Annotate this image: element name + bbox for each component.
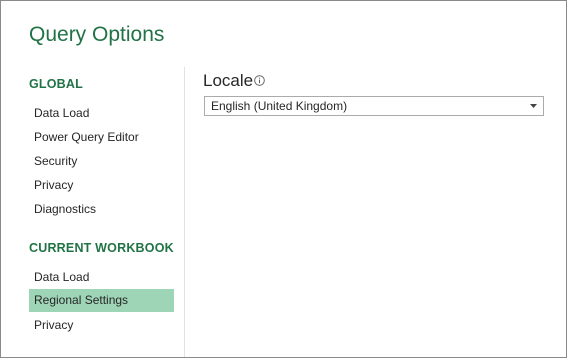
sidebar-item-workbook-privacy[interactable]: Privacy [29,314,174,337]
section-heading-global: GLOBAL [29,77,83,91]
sidebar-item-workbook-regional-settings[interactable]: Regional Settings [29,289,174,312]
section-heading-current-workbook: CURRENT WORKBOOK [29,241,174,255]
sidebar: GLOBAL Data Load Power Query Editor Secu… [1,67,185,357]
chevron-down-icon [530,104,537,108]
sidebar-item-global-diagnostics[interactable]: Diagnostics [29,198,174,221]
sidebar-item-workbook-data-load[interactable]: Data Load [29,266,174,289]
locale-select-value: English (United Kingdom) [211,99,348,113]
locale-label: Locale [203,71,254,90]
query-options-dialog: Query Options GLOBAL Data Load Power Que… [0,0,567,358]
info-circle-icon[interactable] [254,75,265,86]
sidebar-item-global-security[interactable]: Security [29,150,174,173]
dialog-title: Query Options [29,23,165,46]
sidebar-item-global-power-query-editor[interactable]: Power Query Editor [29,126,174,149]
sidebar-item-global-data-load[interactable]: Data Load [29,102,174,125]
settings-panel: Locale English (United Kingdom) [185,67,565,357]
sidebar-item-global-privacy[interactable]: Privacy [29,174,174,197]
locale-select[interactable]: English (United Kingdom) [204,96,544,116]
